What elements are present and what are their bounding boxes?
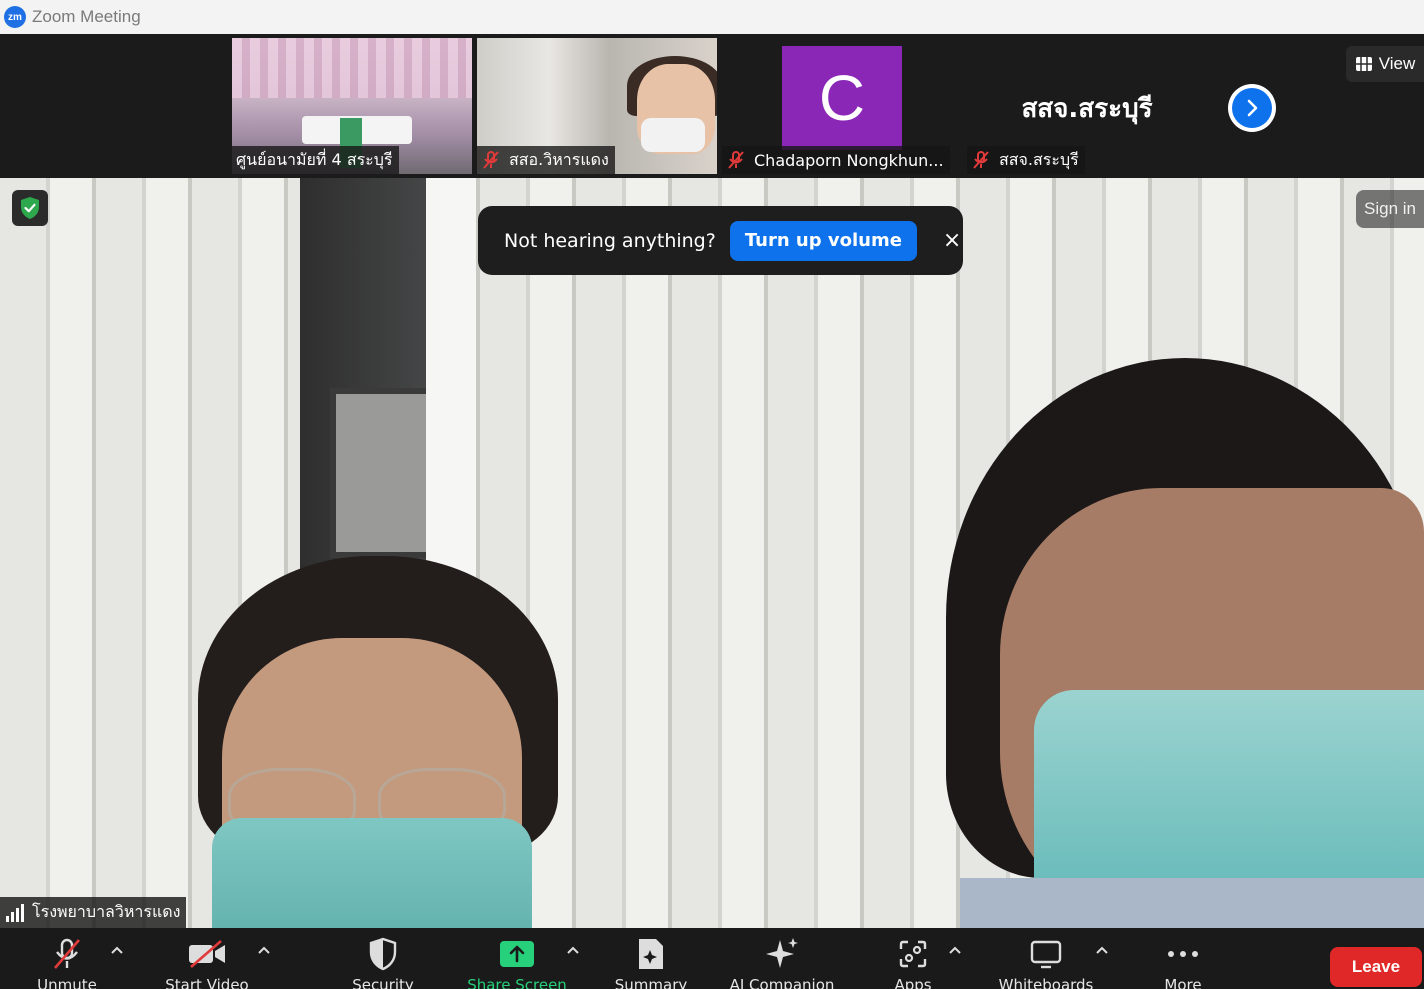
participant-name: ศูนย์อนามัยที่ 4 สระบุรี [236,149,393,169]
participant-name: Chadaporn Nongkhun... [754,150,944,170]
background-window-image [330,388,440,558]
avatar: C [782,46,902,150]
share-screen-icon [500,941,534,967]
signal-strength-icon [6,903,24,922]
participant-name-label: สสจ.สระบุรี [967,146,1085,174]
summary-document-icon [639,939,663,969]
active-speaker-video[interactable]: Sign in Not hearing anything? Turn up vo… [0,178,1424,928]
ai-companion-button[interactable]: AI Companion [712,936,852,989]
participant-name-label: ศูนย์อนามัยที่ 4 สระบุรี [232,146,399,174]
mic-off-icon [483,151,499,169]
more-dots-icon [1168,951,1198,957]
share-screen-button[interactable]: Share Screen [462,936,572,989]
chevron-up-icon[interactable] [110,944,124,958]
close-icon[interactable]: × [943,228,961,253]
meeting-toolbar: Unmute Start Video Security Share Screen… [0,928,1424,989]
apps-label: Apps [894,976,932,989]
unmute-label: Unmute [37,976,97,989]
summary-button[interactable]: Summary [596,936,706,989]
mic-off-icon [973,151,989,169]
view-label: View [1378,54,1416,73]
shield-check-icon [21,197,39,219]
view-button[interactable]: View [1346,46,1424,82]
more-label: More [1164,976,1202,989]
sign-in-button[interactable]: Sign in [1356,190,1424,228]
summary-label: Summary [614,976,688,989]
background-column-image [426,178,476,598]
next-page-button[interactable] [1228,84,1276,132]
shield-icon [369,937,397,971]
person-left-mask-image [212,818,532,928]
window-title: Zoom Meeting [32,7,141,26]
zoom-window: zm Zoom Meeting ศูนย์อนามัยที่ 4 สระบุรี [0,0,1424,989]
participant-name-label: สสอ.วิหารแดง [477,146,615,174]
start-video-label: Start Video [165,976,249,989]
video-off-icon [189,940,225,968]
sparkle-icon [766,938,798,968]
audio-notification: Not hearing anything? Turn up volume × [478,206,963,275]
chevron-up-icon[interactable] [948,944,962,958]
chevron-right-icon [1247,99,1258,117]
speaker-name: โรงพยาบาลวิหารแดง [32,902,181,921]
participant-tile[interactable]: C Chadaporn Nongkhun... [722,38,962,174]
notification-text: Not hearing anything? [504,229,716,252]
more-button[interactable]: More [1128,936,1238,989]
apps-icon [899,940,927,968]
start-video-button[interactable]: Start Video [152,936,262,989]
participant-name-label: Chadaporn Nongkhun... [722,146,950,174]
participant-mask-image [641,118,705,152]
person-right-shoulder-image [960,878,1424,928]
title-bar: zm Zoom Meeting [0,0,1424,34]
chevron-up-icon[interactable] [1095,944,1109,958]
room-curtain-image [232,38,472,98]
leave-button[interactable]: Leave [1330,947,1422,987]
participant-name: สสอ.วิหารแดง [509,149,609,169]
zoom-app-icon: zm [4,6,26,28]
participant-tile[interactable]: สสจ.สระบุรี สสจ.สระบุรี [967,38,1207,174]
speaker-name-label: โรงพยาบาลวิหารแดง [0,897,187,928]
grid-view-icon [1355,57,1372,71]
next-page-circle [1232,88,1272,128]
share-screen-label: Share Screen [467,976,567,989]
chevron-up-icon[interactable] [257,944,271,958]
unmute-button[interactable]: Unmute [12,936,122,989]
encryption-shield-button[interactable] [12,190,48,226]
turn-up-volume-button[interactable]: Turn up volume [729,220,917,261]
ai-companion-label: AI Companion [729,976,835,989]
participant-tile[interactable]: สสอ.วิหารแดง [477,38,717,174]
whiteboard-icon [1030,940,1062,969]
whiteboards-label: Whiteboards [998,976,1094,989]
mic-muted-icon [54,938,80,969]
participant-display-name: สสจ.สระบุรี [1021,94,1153,124]
mic-off-icon [728,151,744,169]
chevron-up-icon[interactable] [566,944,580,958]
participant-strip: ศูนย์อนามัยที่ 4 สระบุรี สสอ.วิหารแดง C [0,34,1424,178]
security-button[interactable]: Security [328,936,438,989]
security-label: Security [352,976,414,989]
participant-name: สสจ.สระบุรี [999,149,1079,169]
participant-tile[interactable]: ศูนย์อนามัยที่ 4 สระบุรี [232,38,472,174]
